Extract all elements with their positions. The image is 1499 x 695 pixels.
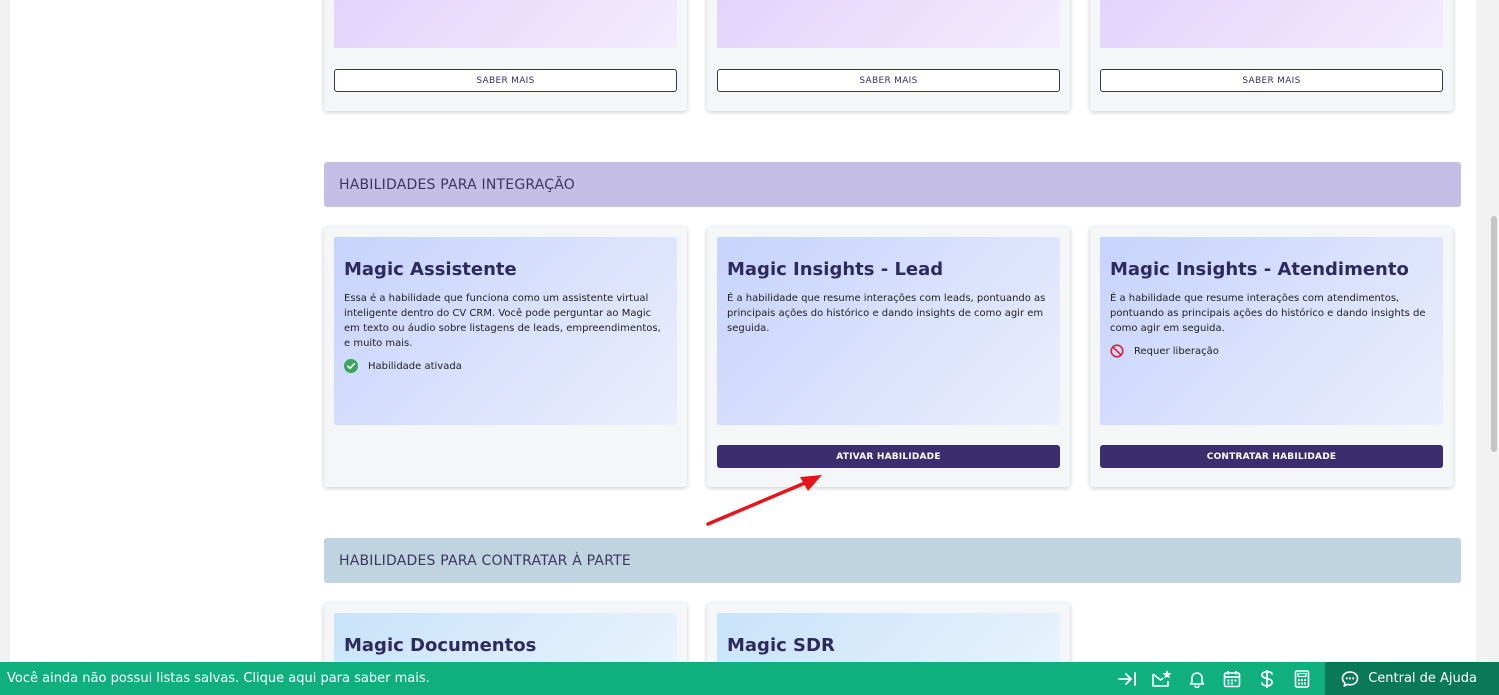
card-description: Essa é a habilidade que funciona como um…	[344, 293, 661, 349]
skill-card: SABER MAIS	[1090, 0, 1453, 111]
card-banner: Magic Insights - Atendimento É a habilid…	[1100, 237, 1443, 425]
card-banner	[717, 0, 1060, 48]
contratar-habilidade-button[interactable]: CONTRATAR HABILIDADE	[1100, 445, 1443, 468]
skill-card-magic-assistente: Magic Assistente Essa é a habilidade que…	[324, 227, 687, 487]
annotation-arrow-icon	[706, 475, 822, 526]
card-banner: Magic Insights - Lead É a habilidade que…	[717, 237, 1060, 425]
bell-icon[interactable]	[1179, 662, 1214, 695]
check-circle-icon	[344, 359, 358, 373]
card-banner	[1100, 0, 1443, 48]
help-center-button[interactable]: Central de Ajuda	[1325, 662, 1499, 695]
arrow-to-right-icon[interactable]	[1109, 662, 1144, 695]
card-title: Magic Insights - Lead	[727, 259, 944, 280]
dollar-icon[interactable]	[1249, 662, 1284, 695]
bottom-bar: Você ainda não possui listas salvas. Cli…	[0, 662, 1499, 695]
card-title: Magic Documentos	[344, 635, 537, 656]
calculator-icon[interactable]	[1284, 662, 1319, 695]
card-title: Magic SDR	[727, 635, 835, 656]
saber-mais-button[interactable]: SABER MAIS	[717, 69, 1060, 92]
help-center-label: Central de Ajuda	[1368, 671, 1477, 686]
card-title: Magic Insights - Atendimento	[1110, 259, 1409, 280]
mail-star-icon[interactable]	[1144, 662, 1179, 695]
card-description: É a habilidade que resume interações com…	[727, 293, 1046, 334]
card-banner	[334, 0, 677, 48]
card-banner: Magic Assistente Essa é a habilidade que…	[334, 237, 677, 425]
section-header-separate: HABILIDADES PARA CONTRATAR À PARTE	[324, 538, 1461, 583]
section-header-integration: HABILIDADES PARA INTEGRAÇÃO	[324, 162, 1461, 207]
status-row: Habilidade ativada	[344, 359, 667, 373]
saber-mais-button[interactable]: SABER MAIS	[1100, 69, 1443, 92]
saber-mais-button[interactable]: SABER MAIS	[334, 69, 677, 92]
skill-card: SABER MAIS	[707, 0, 1070, 111]
ativar-habilidade-button[interactable]: ATIVAR HABILIDADE	[717, 445, 1060, 468]
card-description: É a habilidade que resume interações com…	[1110, 293, 1426, 334]
calendar-icon[interactable]	[1214, 662, 1249, 695]
skill-card-magic-insights-lead: Magic Insights - Lead É a habilidade que…	[707, 227, 1070, 487]
saved-lists-message-link[interactable]: Você ainda não possui listas salvas. Cli…	[0, 671, 1109, 686]
skill-card: SABER MAIS	[324, 0, 687, 111]
card-title: Magic Assistente	[344, 259, 517, 280]
status-label: Habilidade ativada	[368, 360, 462, 372]
skill-card-magic-insights-atendimento: Magic Insights - Atendimento É a habilid…	[1090, 227, 1453, 487]
status-row: Requer liberação	[1110, 344, 1433, 358]
chat-bubble-icon	[1341, 670, 1359, 687]
scrollbar-thumb[interactable]	[1491, 216, 1497, 452]
prohibited-icon	[1110, 344, 1124, 358]
bottom-toolbar: Central de Ajuda	[1109, 662, 1499, 695]
status-label: Requer liberação	[1134, 345, 1219, 357]
